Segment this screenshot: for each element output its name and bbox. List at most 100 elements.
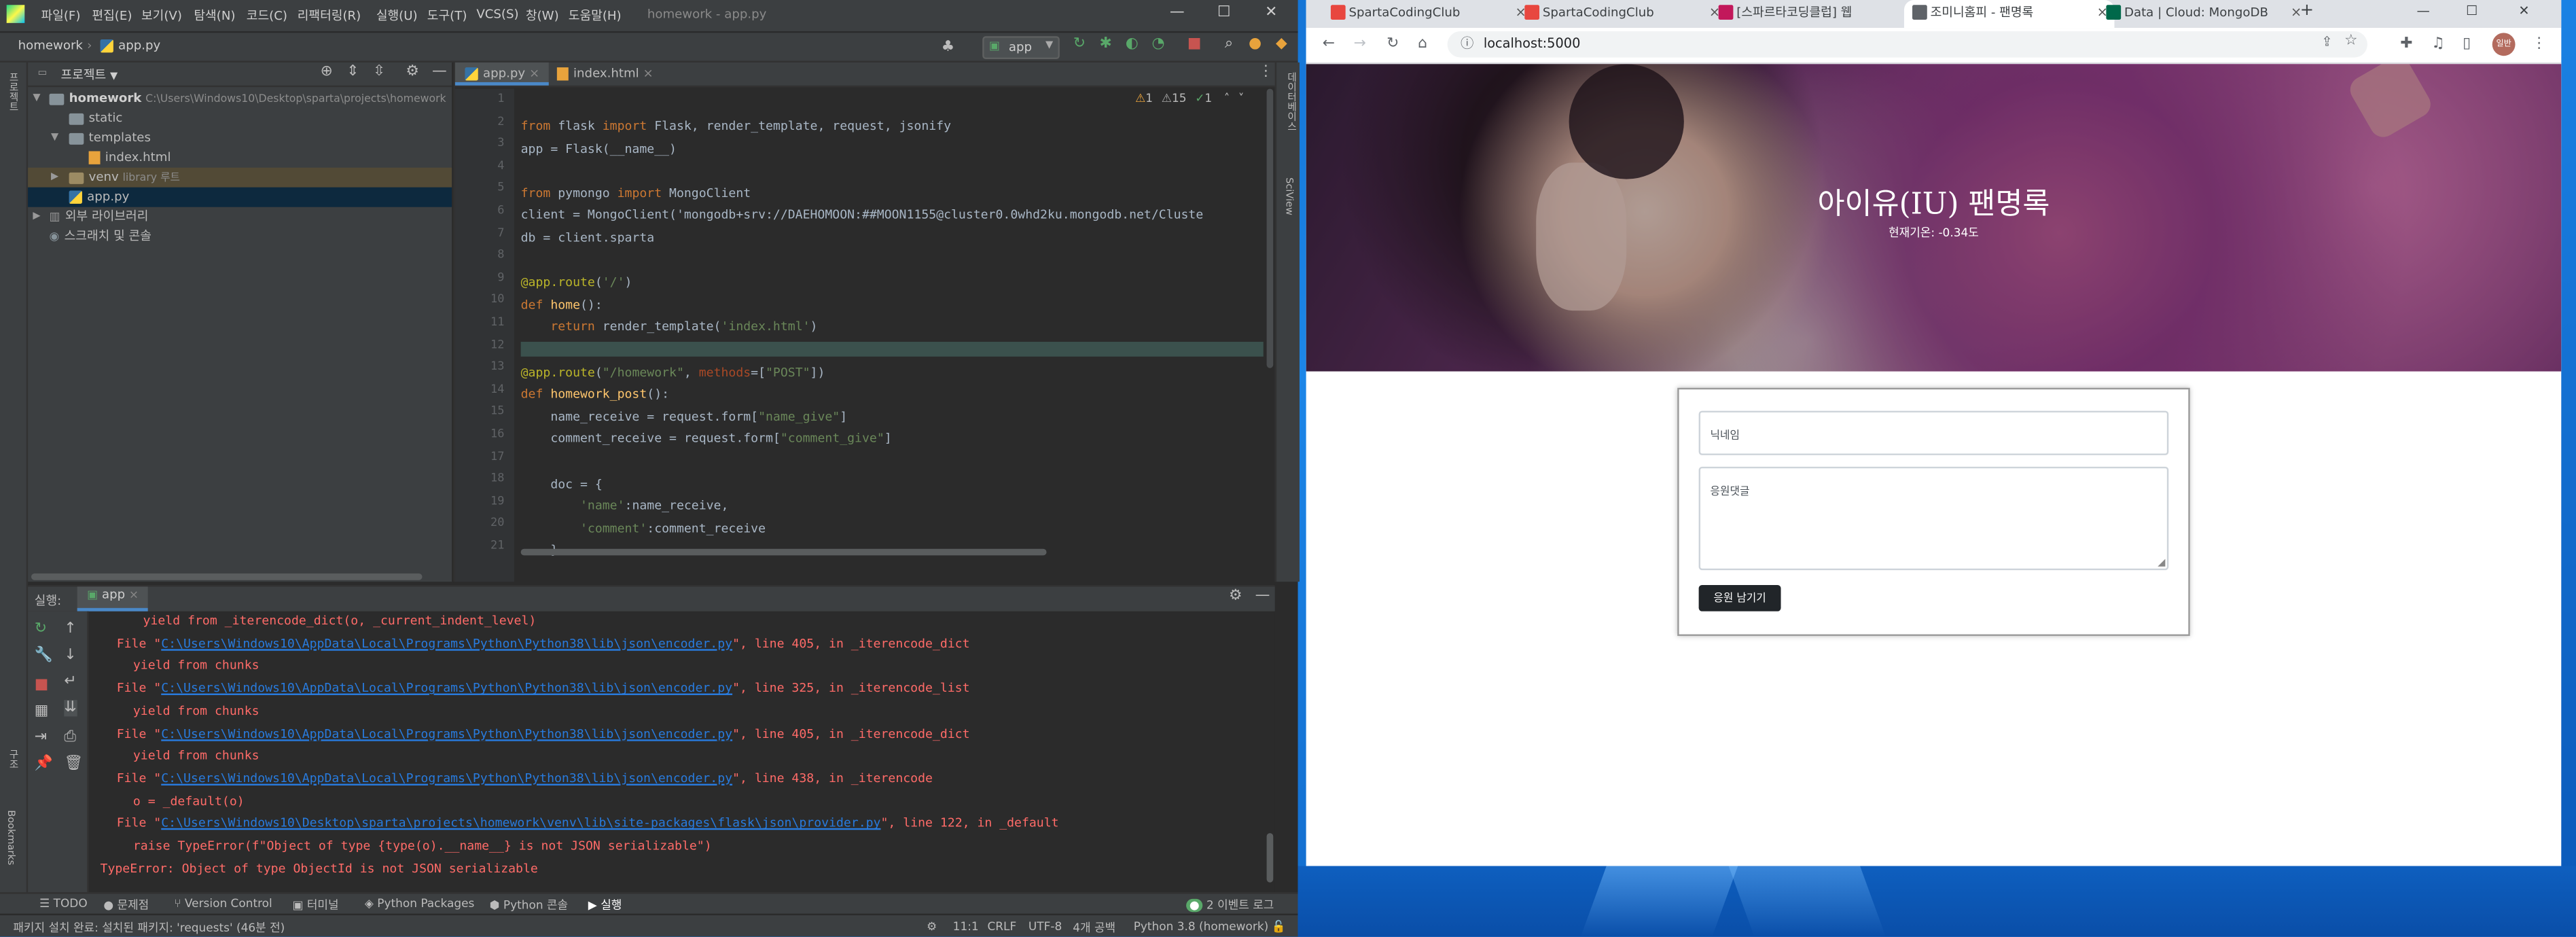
line-number[interactable]: 8: [471, 249, 504, 262]
line-number[interactable]: 17: [471, 450, 504, 463]
tab-app-py[interactable]: app.py ×: [454, 62, 550, 86]
tree-item-app-py[interactable]: app.py: [28, 187, 452, 207]
line-number[interactable]: 7: [471, 226, 504, 239]
run-tab-app[interactable]: ▣ app ×: [77, 586, 149, 612]
minimize-icon[interactable]: —: [2416, 3, 2429, 18]
inspection-widget[interactable]: ⚠1 ⚠15 ✓1 ˄ ˅: [1135, 92, 1244, 105]
menu-help[interactable]: 도움말(H): [569, 7, 622, 25]
vcs-user-icon[interactable]: ♣: [940, 39, 956, 56]
scroll-to-end-icon[interactable]: ⇊: [64, 700, 77, 717]
minimize-icon[interactable]: —: [1170, 5, 1185, 21]
info-icon[interactable]: ⓘ: [1461, 35, 1473, 53]
menu-view[interactable]: 보기(V): [141, 7, 182, 25]
run-config-select[interactable]: ▣ app ▼: [982, 36, 1060, 60]
python-console-tool-button[interactable]: ⬢ Python 콘솔: [490, 897, 568, 913]
line-number[interactable]: 19: [471, 494, 504, 507]
browser-tab[interactable]: 조미니홈피 - 팬명록 ×: [1903, 0, 2115, 29]
locate-icon[interactable]: ⊕: [321, 64, 333, 80]
reload-icon[interactable]: ↻: [1387, 36, 1399, 52]
chevron-down-icon[interactable]: ˅: [1238, 92, 1244, 105]
maximize-icon[interactable]: ☐: [1217, 5, 1231, 21]
collapse-all-icon[interactable]: ⇳: [373, 64, 385, 80]
todo-tool-button[interactable]: ☰ TODO: [39, 897, 88, 910]
browser-tab[interactable]: SpartaCodingClub ×: [1516, 0, 1727, 28]
debug-icon[interactable]: ✱: [1097, 36, 1113, 52]
code-line[interactable]: @app.route('/'): [521, 275, 632, 289]
code-line[interactable]: 'comment':comment_receive: [521, 520, 766, 535]
terminal-tool-button[interactable]: ▣ 터미널: [292, 897, 338, 913]
pin-icon[interactable]: 📌: [35, 756, 53, 772]
soft-wrap-icon[interactable]: ↵: [64, 674, 76, 690]
line-number[interactable]: 11: [471, 315, 504, 328]
file-encoding[interactable]: UTF-8: [1028, 920, 1062, 933]
line-number[interactable]: 6: [471, 204, 504, 217]
menu-navigate[interactable]: 탐색(N): [194, 7, 235, 25]
menu-tools[interactable]: 도구(T): [427, 7, 467, 25]
line-number[interactable]: 14: [471, 383, 504, 395]
code-line[interactable]: [521, 453, 529, 468]
print-icon[interactable]: ⎙: [64, 730, 75, 746]
code-line[interactable]: [521, 565, 529, 580]
browser-tab[interactable]: Data | Cloud: MongoDB ×: [2098, 0, 2308, 28]
code-line[interactable]: [521, 252, 529, 267]
update-icon[interactable]: ●: [1247, 36, 1264, 52]
horizontal-scrollbar[interactable]: [520, 548, 1047, 556]
tree-item-index-html[interactable]: index.html: [28, 148, 452, 168]
plugin-icon[interactable]: ◆: [1273, 36, 1289, 52]
exit-icon[interactable]: ⇥: [35, 730, 47, 746]
line-number[interactable]: 2: [471, 114, 504, 127]
tree-item-venv[interactable]: ▶ venv library 루트: [28, 167, 452, 188]
line-number[interactable]: 5: [471, 181, 504, 194]
database-tool-tab[interactable]: 데이터베이스: [1283, 72, 1298, 131]
menu-edit[interactable]: 편집(E): [92, 7, 132, 25]
nickname-input[interactable]: 닉네임: [1698, 410, 2169, 455]
code-line[interactable]: 'name':name_receive,: [521, 498, 728, 513]
code-line[interactable]: return render_template('index.html'): [521, 319, 817, 334]
more-tabs-icon[interactable]: ⋮: [1258, 64, 1273, 80]
line-separator[interactable]: CRLF: [987, 920, 1016, 933]
line-number[interactable]: 10: [471, 293, 504, 306]
breadcrumb-project[interactable]: homework: [18, 38, 83, 53]
maximize-icon[interactable]: ☐: [2466, 3, 2477, 18]
extensions-icon[interactable]: ✚: [2400, 36, 2412, 52]
code-line[interactable]: [520, 342, 1264, 357]
line-number[interactable]: 18: [471, 472, 504, 485]
menu-dots-icon[interactable]: ⋮: [2532, 36, 2547, 52]
wrench-icon[interactable]: 🔧: [35, 648, 53, 664]
wrench-icon[interactable]: ⚙: [927, 920, 937, 933]
code-line[interactable]: doc = {: [521, 476, 602, 491]
file-link[interactable]: C:\Users\Windows10\Desktop\sparta\projec…: [161, 815, 880, 830]
coverage-icon[interactable]: ◐: [1124, 36, 1140, 52]
menu-vcs[interactable]: VCS(S): [476, 7, 518, 22]
close-icon[interactable]: ×: [643, 66, 654, 81]
gear-icon[interactable]: ⚙: [1229, 588, 1242, 605]
project-view-select[interactable]: 프로젝트 ▼: [60, 66, 118, 84]
sciview-tool-tab[interactable]: SciView: [1283, 177, 1295, 215]
rerun-icon[interactable]: ↻: [35, 621, 47, 637]
tree-item-static[interactable]: static: [28, 109, 452, 128]
file-link[interactable]: C:\Users\Windows10\AppData\Local\Program…: [161, 680, 732, 695]
browser-tab[interactable]: SpartaCodingClub ×: [1323, 0, 1533, 28]
back-icon[interactable]: ←: [1323, 36, 1335, 52]
layout-icon[interactable]: ▦: [35, 703, 49, 720]
tree-item-scratches[interactable]: ◉ 스크래치 및 콘솔: [28, 227, 452, 247]
tab-index-html[interactable]: index.html ×: [547, 63, 663, 86]
vertical-scrollbar[interactable]: [1266, 833, 1274, 883]
line-number[interactable]: 9: [471, 271, 504, 284]
profile-icon[interactable]: ◔: [1150, 36, 1166, 52]
line-number[interactable]: 12: [471, 338, 504, 351]
tree-item-homework[interactable]: ▼ homework C:\Users\Windows10\Desktop\sp…: [28, 89, 452, 109]
code-line[interactable]: from flask import Flask, render_template…: [521, 118, 951, 133]
trash-icon[interactable]: 🗑: [64, 756, 83, 772]
hide-icon[interactable]: —: [1255, 588, 1270, 605]
line-number[interactable]: 4: [471, 159, 504, 172]
resize-handle-icon[interactable]: ◢: [2158, 557, 2165, 569]
code-line[interactable]: app = Flask(__name__): [521, 141, 677, 156]
vertical-scrollbar[interactable]: [1266, 88, 1274, 368]
breadcrumb-file[interactable]: app.py: [100, 38, 160, 53]
version-control-tool-button[interactable]: ⑂ Version Control: [174, 897, 272, 910]
search-icon[interactable]: ⌕: [1221, 36, 1237, 52]
rerun-icon[interactable]: ↻: [1071, 36, 1088, 52]
gear-icon[interactable]: ⚙: [406, 64, 419, 80]
side-panel-icon[interactable]: ▯: [2463, 36, 2471, 52]
